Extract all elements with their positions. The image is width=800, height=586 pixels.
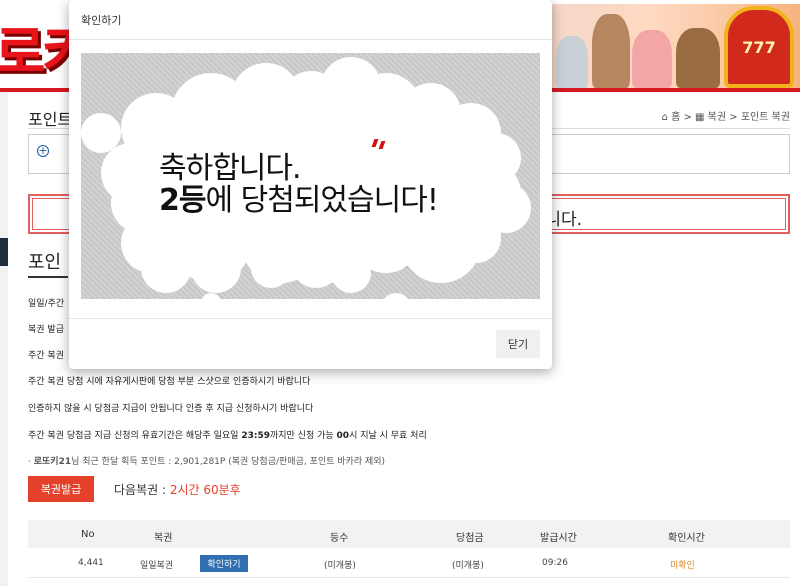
prize-rank: 2등 [159, 183, 206, 218]
modal-title: 확인하기 [81, 14, 122, 27]
confetti-icon [371, 139, 387, 149]
close-button[interactable]: 닫기 [496, 330, 540, 358]
scratch-blob [251, 248, 291, 288]
prize-result-text: 2등에 당첨되었습니다! [159, 175, 439, 219]
scratch-blob [331, 253, 371, 293]
scratch-blob [451, 213, 501, 263]
scratch-blob [141, 243, 191, 293]
result-modal: 확인하기 ㄲ기 축하합니다. 2등에 당첨되었습니다! 닫기 [69, 0, 552, 369]
modal-header: 확인하기 [69, 0, 552, 40]
prize-message: 에 당첨되었습니다! [205, 183, 438, 218]
scratch-blob [81, 113, 121, 153]
modal-footer: 닫기 [69, 318, 552, 369]
scratch-blob [191, 243, 241, 293]
scratch-card[interactable]: ㄲ기 축하합니다. 2등에 당첨되었습니다! [81, 53, 540, 299]
